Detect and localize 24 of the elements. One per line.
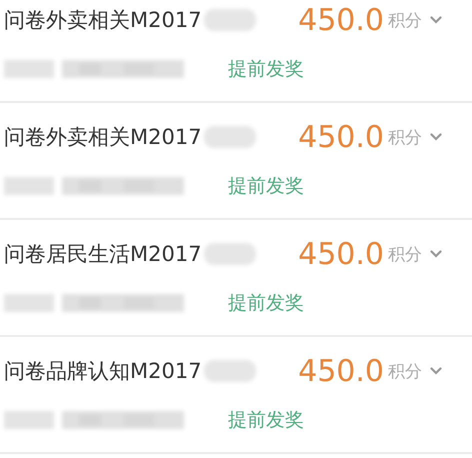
points-unit: 积分 xyxy=(388,244,422,266)
points-value: 450.0 xyxy=(298,236,384,272)
points-value: 450.0 xyxy=(298,120,384,154)
points-unit: 积分 xyxy=(388,126,422,148)
survey-title: 问卷品牌认知M2017 xyxy=(4,358,202,385)
early-reward-button[interactable]: 提前发奖 xyxy=(228,56,304,82)
redaction-blur xyxy=(204,126,256,148)
redaction-blur xyxy=(204,243,256,265)
chevron-icon[interactable] xyxy=(430,133,442,141)
chevron-icon[interactable] xyxy=(430,367,442,375)
survey-title: 问卷外卖相关M2017 xyxy=(4,124,202,151)
redaction-blur xyxy=(204,9,256,31)
points-value: 450.0 xyxy=(298,354,384,388)
survey-title: 问卷外卖相关M2017 xyxy=(4,7,202,34)
points-unit: 积分 xyxy=(388,360,422,382)
chevron-icon[interactable] xyxy=(430,250,442,258)
survey-title: 问卷居民生活M2017 xyxy=(4,241,202,268)
chevron-icon[interactable] xyxy=(430,16,442,24)
points-value: 450.0 xyxy=(298,2,384,38)
early-reward-button[interactable]: 提前发奖 xyxy=(228,173,304,199)
early-reward-button[interactable]: 提前发奖 xyxy=(228,407,304,433)
points-unit: 积分 xyxy=(388,10,422,32)
early-reward-button[interactable]: 提前发奖 xyxy=(228,290,304,316)
redaction-blur xyxy=(204,360,256,382)
